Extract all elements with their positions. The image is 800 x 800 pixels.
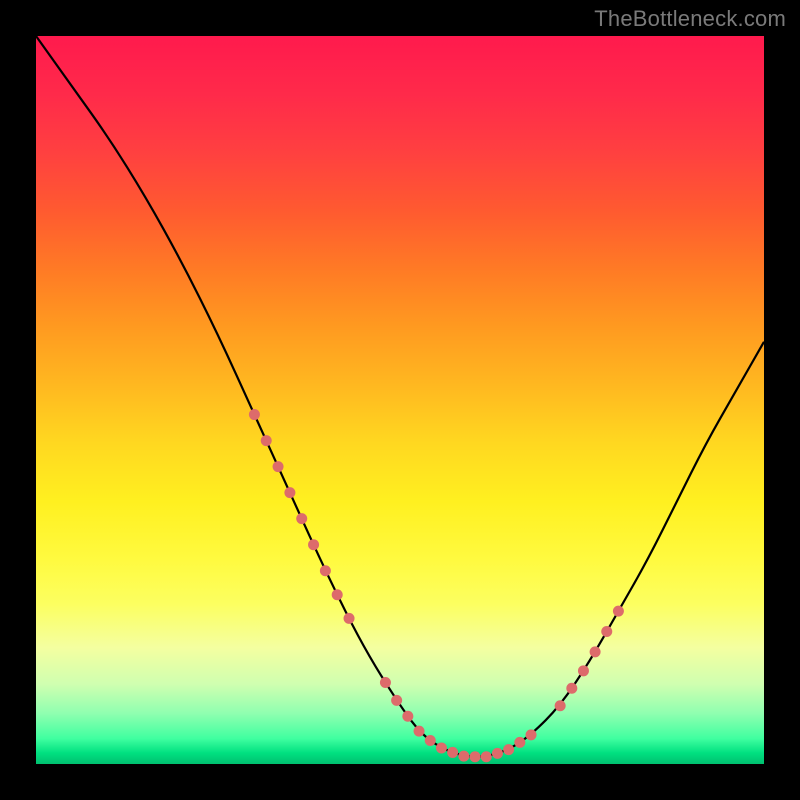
plot-area	[36, 36, 764, 764]
chart-container: TheBottleneck.com	[0, 0, 800, 800]
highlight-dot	[296, 513, 307, 524]
highlight-dot	[344, 613, 355, 624]
highlight-dot	[391, 695, 402, 706]
highlight-dot	[555, 700, 566, 711]
highlight-dot	[492, 748, 503, 759]
highlight-dot	[332, 589, 343, 600]
highlight-dot	[514, 737, 525, 748]
highlight-dot	[436, 742, 447, 753]
highlight-dot	[261, 435, 272, 446]
watermark-text: TheBottleneck.com	[594, 6, 786, 32]
highlight-dot	[249, 409, 260, 420]
highlight-dots	[249, 409, 624, 762]
highlight-dot	[503, 744, 514, 755]
highlight-dot	[526, 729, 537, 740]
highlight-dot	[425, 735, 436, 746]
highlight-dot	[470, 751, 481, 762]
highlight-dot	[414, 726, 425, 737]
highlight-dot	[481, 751, 492, 762]
highlight-dot	[613, 606, 624, 617]
highlight-dot	[320, 565, 331, 576]
highlight-dot	[380, 677, 391, 688]
highlight-dot	[284, 487, 295, 498]
highlight-dot	[447, 747, 458, 758]
highlight-dot	[308, 539, 319, 550]
highlight-dot	[402, 711, 413, 722]
highlight-dot	[578, 665, 589, 676]
highlight-dot	[458, 751, 469, 762]
highlight-dot	[601, 626, 612, 637]
highlight-dot	[566, 683, 577, 694]
highlight-dot	[590, 646, 601, 657]
highlight-dot	[273, 461, 284, 472]
curve-svg	[36, 36, 764, 764]
bottleneck-curve	[36, 36, 764, 757]
